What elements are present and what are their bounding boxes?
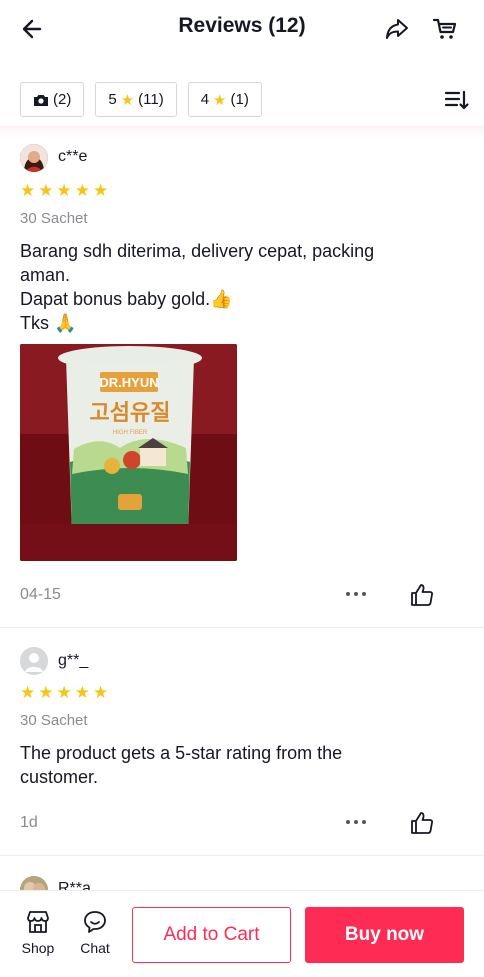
star-rating: ★ ★ ★ ★ ★ [20, 182, 108, 199]
cart-button[interactable] [430, 14, 460, 44]
filter-rating: 4 [200, 91, 210, 108]
filter-shadow [0, 126, 484, 138]
star-icon: ★ [38, 181, 54, 200]
star-icon: ★ [120, 91, 135, 109]
like-button[interactable] [409, 582, 435, 608]
product-name: 고섬유질 [90, 401, 171, 426]
shop-icon [27, 911, 49, 933]
star-icon: ★ [20, 181, 36, 200]
filter-bar: (2) 5 ★ (11) 4 ★ (1) [20, 82, 262, 117]
product-brand: DR.HYUN [99, 375, 158, 390]
review-line: Barang sdh diterima, delivery cepat, pac… [20, 241, 375, 261]
filter-rating: 5 [108, 91, 117, 108]
bottom-action-bar: Shop Chat Add to Cart Buy now [0, 890, 484, 977]
avatar [20, 647, 48, 675]
chat-label: Chat [80, 940, 110, 956]
review-text: Barang sdh diterima, delivery cepat, pac… [20, 239, 460, 335]
add-to-cart-button[interactable]: Add to Cart [132, 907, 291, 963]
review-line: Tks 🙏 [20, 313, 77, 333]
header: Reviews (12) [0, 0, 484, 58]
cart-icon [432, 18, 457, 39]
sort-icon [444, 90, 469, 110]
like-button[interactable] [409, 810, 435, 836]
star-icon: ★ [213, 91, 227, 109]
more-dots-icon [346, 820, 350, 824]
star-icon: ★ [93, 683, 109, 702]
star-icon: ★ [56, 683, 72, 702]
review-line: aman. [20, 265, 71, 285]
product-subtitle: HIGH FIBER [113, 430, 148, 436]
star-icon: ★ [93, 181, 109, 200]
more-dots-icon [346, 592, 350, 596]
review-photo[interactable]: DR.HYUN 고섬유질 HIGH FIBER [20, 344, 237, 561]
share-button[interactable] [382, 14, 412, 44]
buy-now-button[interactable]: Buy now [305, 907, 464, 963]
reviewer-name: g**_ [58, 652, 89, 669]
shop-button[interactable]: Shop [15, 909, 61, 956]
filter-5-star[interactable]: 5 ★ (11) [95, 82, 177, 117]
review-date: 1d [20, 814, 38, 831]
more-options-button[interactable] [344, 814, 368, 830]
divider [0, 627, 484, 628]
filter-with-photos[interactable]: (2) [20, 82, 85, 117]
review-line: Dapat bonus baby gold.👍 [20, 289, 233, 309]
star-icon: ★ [74, 683, 90, 702]
filter-4-star[interactable]: 4 ★ (1) [187, 82, 262, 117]
more-options-button[interactable] [344, 586, 368, 602]
thumbs-up-icon [411, 584, 433, 606]
sort-button[interactable] [444, 87, 470, 113]
review-date: 04-15 [20, 586, 61, 603]
shop-label: Shop [21, 940, 55, 956]
star-icon: ★ [20, 683, 36, 702]
review-line: customer. [20, 767, 99, 787]
chat-icon [84, 911, 106, 933]
share-icon [386, 19, 408, 39]
reviewer-name: c**e [58, 148, 88, 165]
star-icon: ★ [74, 181, 90, 200]
star-rating: ★ ★ ★ ★ ★ [20, 684, 108, 701]
divider [0, 855, 484, 856]
filter-label: (2) [53, 91, 72, 108]
thumbs-up-icon [411, 812, 433, 834]
avatar [20, 144, 48, 172]
chat-button[interactable]: Chat [72, 909, 118, 956]
filter-label: (11) [138, 91, 164, 108]
variant-label: 30 Sachet [20, 712, 88, 729]
variant-label: 30 Sachet [20, 210, 88, 227]
star-icon: ★ [38, 683, 54, 702]
star-icon: ★ [56, 181, 72, 200]
camera-icon [34, 94, 48, 106]
filter-label: (1) [230, 91, 249, 108]
review-text: The product gets a 5-star rating from th… [20, 741, 460, 789]
review-line: The product gets a 5-star rating from th… [20, 743, 343, 763]
